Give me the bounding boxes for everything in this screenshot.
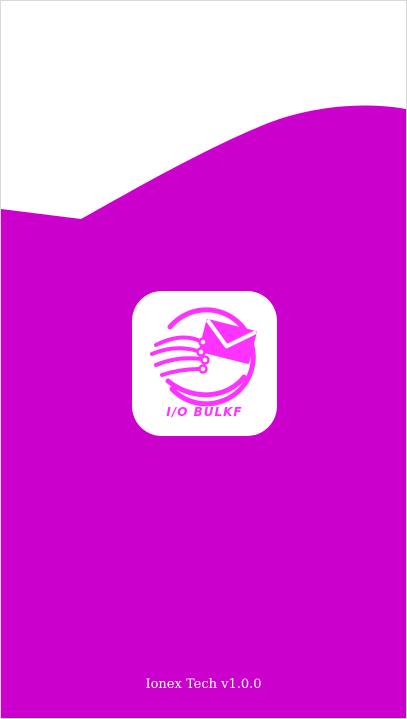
app-logo-card: I/O BULKF [132, 291, 277, 436]
logo-brand-text: I/O BULKF [166, 405, 243, 419]
version-label: Ionex Tech v1.0.0 [145, 677, 262, 692]
splash-screen: I/O BULKF Ionex Tech v1.0.0 [0, 0, 407, 719]
